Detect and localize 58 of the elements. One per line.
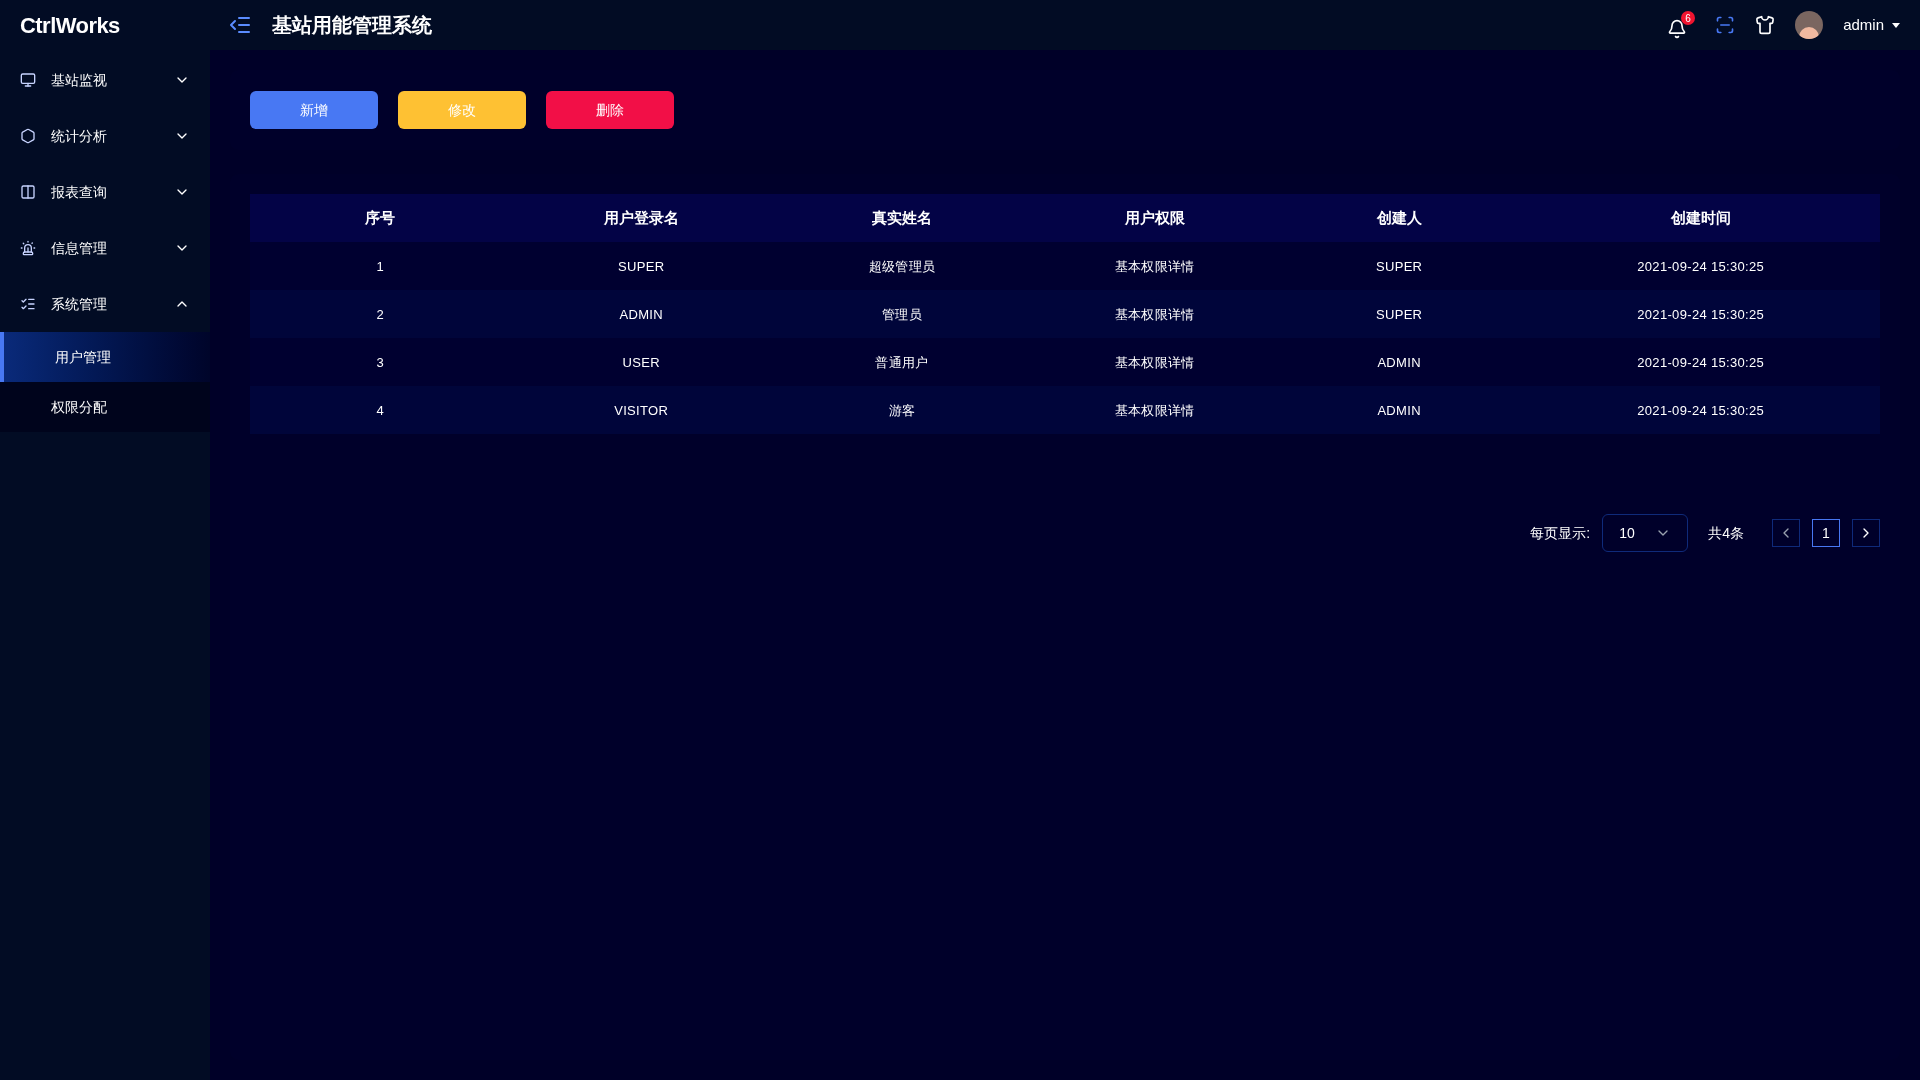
- table-cell: 管理员: [882, 307, 922, 322]
- table-cell: SUPER: [1375, 259, 1423, 274]
- hexagon-icon: [20, 128, 36, 144]
- table-cell: ADMIN: [1377, 403, 1421, 418]
- table-cell: 2021-09-24 15:30:25: [1637, 307, 1765, 322]
- logo: CtrlWorks: [20, 12, 120, 38]
- next-page-button[interactable]: [1852, 519, 1880, 547]
- table-cell: 超级管理员: [868, 259, 936, 274]
- sidebar-item[interactable]: 系统管理: [0, 276, 210, 332]
- table-cell: 基本权限详情: [1114, 307, 1195, 322]
- sidebar-item[interactable]: 信息管理: [0, 220, 210, 276]
- table-cell: 普通用户: [875, 355, 929, 370]
- submenu-item[interactable]: 用户管理: [0, 332, 210, 382]
- column-header: 真实姓名: [872, 209, 932, 226]
- sidebar-item[interactable]: 基站监视: [0, 52, 210, 108]
- list-icon: [20, 296, 36, 312]
- shirt-icon[interactable]: [1755, 15, 1776, 35]
- table-cell: 游客: [888, 403, 916, 418]
- total-count: 共4条: [1708, 523, 1744, 543]
- monitor-icon: [20, 72, 36, 88]
- table-cell: 1: [376, 259, 385, 274]
- table-cell: VISITOR: [614, 403, 669, 418]
- notification-button[interactable]: 6: [1667, 11, 1696, 39]
- caret-icon: [1892, 22, 1900, 28]
- table-cell: 基本权限详情: [1114, 355, 1195, 370]
- column-header: 用户登录名: [603, 209, 679, 226]
- page-button[interactable]: 1: [1812, 519, 1840, 547]
- table-cell: USER: [622, 355, 660, 370]
- table-cell: 4: [376, 403, 385, 418]
- add-button[interactable]: 新增: [250, 91, 378, 129]
- user-menu[interactable]: admin: [1843, 13, 1900, 37]
- column-header: 序号: [365, 209, 396, 226]
- delete-button[interactable]: 删除: [546, 91, 674, 129]
- column-header: 创建时间: [1670, 209, 1731, 226]
- table-cell: 2: [376, 307, 385, 322]
- panel-icon: [20, 184, 36, 200]
- user-avatar[interactable]: [1795, 11, 1824, 39]
- table-cell: 基本权限详情: [1114, 259, 1195, 274]
- notification-badge: 6: [1681, 11, 1696, 25]
- sidebar-item[interactable]: 统计分析: [0, 108, 210, 164]
- table-cell: ADMIN: [1377, 355, 1421, 370]
- page-size-select[interactable]: 10: [1602, 514, 1689, 552]
- scan-icon[interactable]: [1715, 15, 1736, 35]
- table-cell: SUPER: [1375, 307, 1423, 322]
- table-cell: 基本权限详情: [1114, 403, 1195, 418]
- table-cell: ADMIN: [619, 307, 663, 322]
- submenu-item[interactable]: 权限分配: [0, 382, 210, 432]
- table-cell: 2021-09-24 15:30:25: [1637, 259, 1765, 274]
- table-cell: 2021-09-24 15:30:25: [1637, 403, 1765, 418]
- table-cell: 2021-09-24 15:30:25: [1637, 355, 1765, 370]
- column-header: 用户权限: [1124, 209, 1185, 226]
- page-title: 基站用能管理系统: [272, 13, 432, 38]
- table-cell: 3: [376, 355, 385, 370]
- table-cell: SUPER: [618, 259, 665, 274]
- column-header: 创建人: [1376, 209, 1422, 226]
- alarm-light-icon: [20, 240, 36, 256]
- page-size-label: 每页显示:: [1530, 523, 1591, 543]
- sidebar-item[interactable]: 报表查询: [0, 164, 210, 220]
